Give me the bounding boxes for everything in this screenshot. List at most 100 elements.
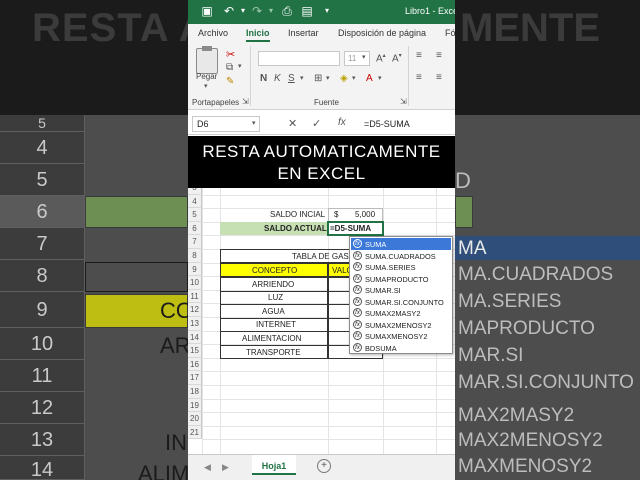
row-header[interactable]: 16 — [188, 357, 202, 372]
concepto-cell[interactable]: TRANSPORTE — [246, 348, 301, 357]
align-top-icon[interactable]: ≡ — [416, 50, 422, 61]
font-name-select[interactable] — [258, 51, 340, 66]
autocomplete-item[interactable]: fx SUMA.SERIES — [351, 261, 451, 273]
function-autocomplete-list[interactable]: fx SUMA fx SUMA.CUADRADOS fx SUMA.SERIES fx… — [349, 236, 453, 354]
bold-icon[interactable]: N — [260, 73, 267, 84]
autocomplete-item[interactable]: fx BDSUMA — [351, 342, 451, 354]
excel-window: ▣ ↶ ▾ ↷ ▾ ⎙ ▤ ▾ Libro1 - Exce Archivo In… — [188, 0, 455, 480]
fill-color-dropdown-icon[interactable]: ▾ — [352, 74, 356, 82]
scroll-tabs-right-icon[interactable]: ▶ — [222, 462, 229, 473]
video-frame: RESTA A MENTE 5 4 5 6 7 8 9 10 11 12 13 … — [0, 0, 640, 480]
gridline — [202, 425, 455, 427]
font-color-icon[interactable]: A — [366, 73, 373, 84]
concepto-cell[interactable]: LUZ — [268, 293, 283, 302]
row-header[interactable]: 5 — [188, 208, 202, 222]
saldo-actual-formula: =D5-SUMA — [330, 224, 372, 233]
background-list-item: MA.SERIES — [458, 291, 562, 312]
undo-dropdown-icon[interactable]: ▾ — [236, 4, 250, 18]
row-header[interactable]: 19 — [188, 398, 202, 413]
background-table-cell — [85, 262, 188, 292]
format-painter-icon[interactable]: ✎ — [226, 76, 234, 87]
add-sheet-icon[interactable]: + — [317, 459, 331, 473]
align-left-icon[interactable]: ≡ — [416, 72, 422, 83]
tab-insertar[interactable]: Insertar — [288, 28, 319, 38]
save-icon[interactable]: ▣ — [200, 4, 214, 18]
sheet-tab-hoja1[interactable]: Hoja1 — [252, 455, 296, 475]
autocomplete-item[interactable]: fx SUMA — [351, 238, 451, 250]
background-list-item: MAXMENOSY2 — [458, 456, 593, 477]
tab-formulas[interactable]: Fó — [445, 28, 455, 38]
gridline — [202, 385, 455, 386]
undo-icon[interactable]: ↶ — [222, 4, 236, 18]
autocomplete-item[interactable]: fx SUMAPRODUCTO — [351, 273, 451, 285]
cut-icon[interactable]: ✂ — [226, 48, 235, 61]
concepto-cell[interactable]: INTERNET — [256, 320, 296, 329]
increase-font-icon[interactable]: A▴ — [376, 52, 386, 64]
borders-icon[interactable]: ⊞ — [314, 73, 322, 84]
cancel-icon[interactable]: ✕ — [288, 117, 297, 130]
align-center-icon[interactable]: ≡ — [436, 72, 442, 83]
tab-disposicion-de-pagina[interactable]: Disposición de página — [338, 28, 426, 38]
formula-input[interactable]: =D5-SUMA — [364, 119, 410, 129]
background-list-item: MAX2MASY2 — [458, 405, 575, 426]
row-header[interactable]: 13 — [188, 317, 202, 331]
function-icon: fx — [353, 308, 362, 317]
scroll-tabs-left-icon[interactable]: ◀ — [204, 462, 211, 473]
font-size-dropdown-icon[interactable]: ▾ — [362, 53, 366, 61]
print-preview-icon[interactable]: ▤ — [300, 4, 314, 18]
row-header[interactable]: 10 — [188, 276, 202, 290]
row-header[interactable]: 4 — [188, 194, 202, 209]
row-header[interactable]: 9 — [188, 262, 202, 277]
row-header[interactable]: 7 — [188, 235, 202, 249]
autocomplete-item[interactable]: fx SUMAX2MENOSY2 — [351, 319, 451, 331]
font-launcher-icon[interactable]: ⇲ — [400, 97, 407, 106]
saldo-inicial-label[interactable]: SALDO INCIAL — [270, 210, 325, 219]
autocomplete-item[interactable]: fx SUMAR.SI — [351, 284, 451, 296]
row-header[interactable]: 15 — [188, 344, 202, 358]
tab-inicio[interactable]: Inicio — [246, 28, 270, 42]
enter-icon[interactable]: ✓ — [312, 117, 321, 130]
font-color-dropdown-icon[interactable]: ▾ — [378, 74, 382, 82]
autocomplete-item[interactable]: fx SUMAX2MASY2 — [351, 307, 451, 319]
paste-dropdown-icon[interactable]: ▾ — [204, 82, 208, 90]
copy-icon[interactable]: ⧉ — [226, 62, 233, 73]
row-header[interactable]: 18 — [188, 385, 202, 399]
concepto-cell[interactable]: ALIMENTACION — [242, 334, 301, 343]
autocomplete-item[interactable]: fx SUMAR.SI.CONJUNTO — [351, 296, 451, 308]
underline-icon[interactable]: S — [288, 73, 295, 84]
underline-dropdown-icon[interactable]: ▾ — [300, 74, 304, 82]
row-header[interactable]: 20 — [188, 412, 202, 426]
fill-color-icon[interactable]: ◈ — [340, 73, 348, 84]
concepto-cell[interactable]: ARRIENDO — [252, 280, 294, 289]
row-header[interactable]: 12 — [188, 303, 202, 317]
redo-icon[interactable]: ↷ — [250, 4, 264, 18]
saldo-actual-label: SALDO ACTUAL — [264, 224, 327, 233]
row-header[interactable]: 11 — [188, 289, 202, 304]
customize-toolbar-icon[interactable]: ▾ — [320, 4, 334, 18]
insert-function-icon[interactable]: fx — [338, 117, 346, 128]
concepto-cell[interactable]: AGUA — [262, 307, 285, 316]
font-size-select[interactable]: 11 — [344, 51, 370, 66]
name-box-dropdown-icon[interactable]: ▾ — [252, 119, 256, 127]
autocomplete-item[interactable]: fx SUMA.CUADRADOS — [351, 250, 451, 262]
redo-dropdown-icon[interactable]: ▾ — [264, 4, 278, 18]
clipboard-launcher-icon[interactable]: ⇲ — [242, 97, 249, 106]
row-header[interactable]: 17 — [188, 371, 202, 385]
row-header[interactable]: 6 — [188, 221, 202, 236]
paste-icon[interactable] — [196, 46, 218, 74]
paste-label[interactable]: Pegar — [196, 72, 217, 81]
function-icon: fx — [353, 273, 362, 283]
row-header[interactable]: 14 — [188, 330, 202, 345]
function-icon: fx — [353, 285, 362, 294]
italic-icon[interactable]: K — [274, 73, 281, 84]
copy-dropdown-icon[interactable]: ▾ — [238, 62, 242, 70]
autocomplete-item[interactable]: fx SUMAXMENOSY2 — [351, 330, 451, 342]
decrease-font-icon[interactable]: A▾ — [392, 52, 402, 64]
align-middle-icon[interactable]: ≡ — [436, 50, 442, 61]
row-header[interactable]: 8 — [188, 249, 202, 263]
name-box[interactable]: D6 — [192, 116, 260, 132]
borders-dropdown-icon[interactable]: ▾ — [326, 74, 330, 82]
tab-archivo[interactable]: Archivo — [198, 28, 228, 38]
row-header[interactable]: 21 — [188, 425, 202, 440]
print-icon[interactable]: ⎙ — [280, 4, 294, 18]
